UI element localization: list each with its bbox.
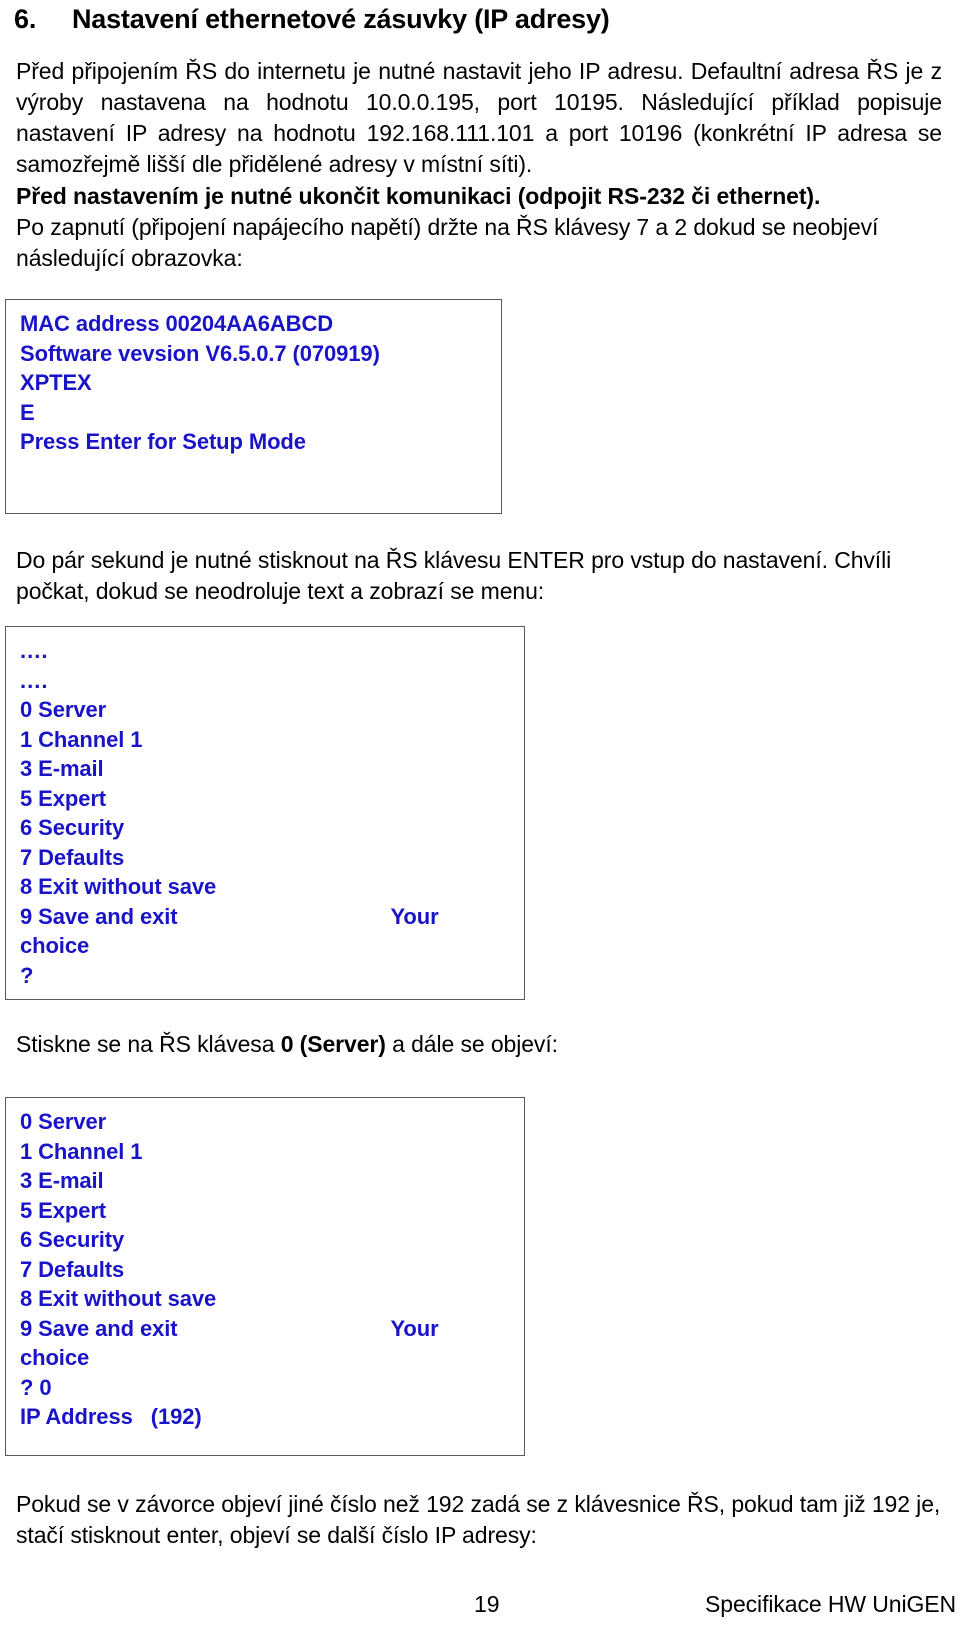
terminal-your-label: Your [390, 1315, 439, 1341]
heading-title: Nastavení ethernetové zásuvky (IP adresy… [72, 4, 610, 34]
press-zero-prefix: Stiskne se na ŘS klávesa [16, 1031, 281, 1057]
terminal-line: ? 0 [20, 1374, 52, 1400]
page-heading: 6. Nastavení ethernetové zásuvky (IP adre… [14, 4, 944, 35]
terminal-your-label: Your [390, 903, 439, 929]
heading-number: 6. [14, 4, 37, 34]
terminal-line: 0 Server [20, 1109, 107, 1134]
terminal-line: 7 Defaults [20, 1256, 125, 1282]
terminal-line: Press Enter for Setup Mode [20, 429, 306, 454]
terminal-line: ? [20, 962, 34, 988]
terminal-line: XPTEX [20, 370, 92, 395]
paragraph-intro: Před připojením ŘS do internetu je nutné… [16, 58, 942, 177]
terminal-line: 8 Exit without save [20, 874, 217, 899]
document-page: 6. Nastavení ethernetové zásuvky (IP adre… [0, 0, 960, 1628]
terminal-line: 8 Exit without save [20, 1286, 217, 1311]
press-zero-suffix: a dále se objeví: [385, 1031, 558, 1057]
terminal-line-text: .... [20, 667, 49, 693]
terminal-menu-first: .... .... 0 Server 1 Channel 1 3 E-mail … [5, 626, 525, 1000]
terminal-line: 9 Save and exit Your [20, 902, 524, 932]
terminal-line: choice [20, 1345, 90, 1370]
terminal-line: 3 E-mail [20, 756, 104, 781]
terminal-line: E [20, 399, 35, 425]
paragraph-power-on: Po zapnutí (připojení napájecího napětí)… [16, 214, 879, 271]
terminal-menu-second: 0 Server 1 Channel 1 3 E-mail 5 Expert 6… [5, 1097, 525, 1456]
terminal-line-text: 9 Save and exit [20, 1315, 178, 1341]
terminal-line-text: 9 Save and exit [20, 903, 178, 929]
terminal-line: 7 Defaults [20, 844, 125, 870]
footer-doc-reference: Specifikace HW UniGEN [705, 1591, 956, 1617]
terminal-line: 0 Server [20, 697, 107, 722]
terminal-line: MAC address 00204AA6ABCD [20, 311, 334, 336]
paragraph-press-enter: Do pár sekund je nutné stisknout na ŘS k… [16, 547, 892, 604]
terminal-line: 5 Expert [20, 785, 107, 811]
terminal-line: .... [20, 666, 524, 696]
terminal-line: Software vevsion V6.5.0.7 (070919) [20, 340, 380, 366]
terminal-line: .... [20, 636, 524, 666]
paragraph-warning: Před nastavením je nutné ukončit komunik… [16, 183, 821, 209]
paragraph-press-zero: Stiskne se na ŘS klávesa 0 (Server) a dá… [16, 1029, 946, 1060]
terminal-line: 5 Expert [20, 1197, 107, 1223]
terminal-line: 3 E-mail [20, 1168, 104, 1193]
terminal-boot-screen: MAC address 00204AA6ABCD Software vevsio… [5, 299, 502, 514]
terminal-line: 6 Security [20, 1227, 125, 1252]
terminal-line: 1 Channel 1 [20, 726, 143, 752]
press-zero-key: 0 (Server) [280, 1031, 386, 1057]
terminal-line: 1 Channel 1 [20, 1138, 143, 1164]
terminal-line: IP Address (192) [20, 1404, 202, 1429]
paragraph-closing: Pokud se v závorce objeví jiné číslo než… [16, 1491, 941, 1548]
terminal-line: choice [20, 933, 90, 958]
terminal-line: 9 Save and exit Your [20, 1314, 524, 1344]
terminal-line: 6 Security [20, 815, 125, 840]
terminal-line-text: .... [20, 638, 49, 663]
footer-page-number: 19 [474, 1591, 500, 1617]
